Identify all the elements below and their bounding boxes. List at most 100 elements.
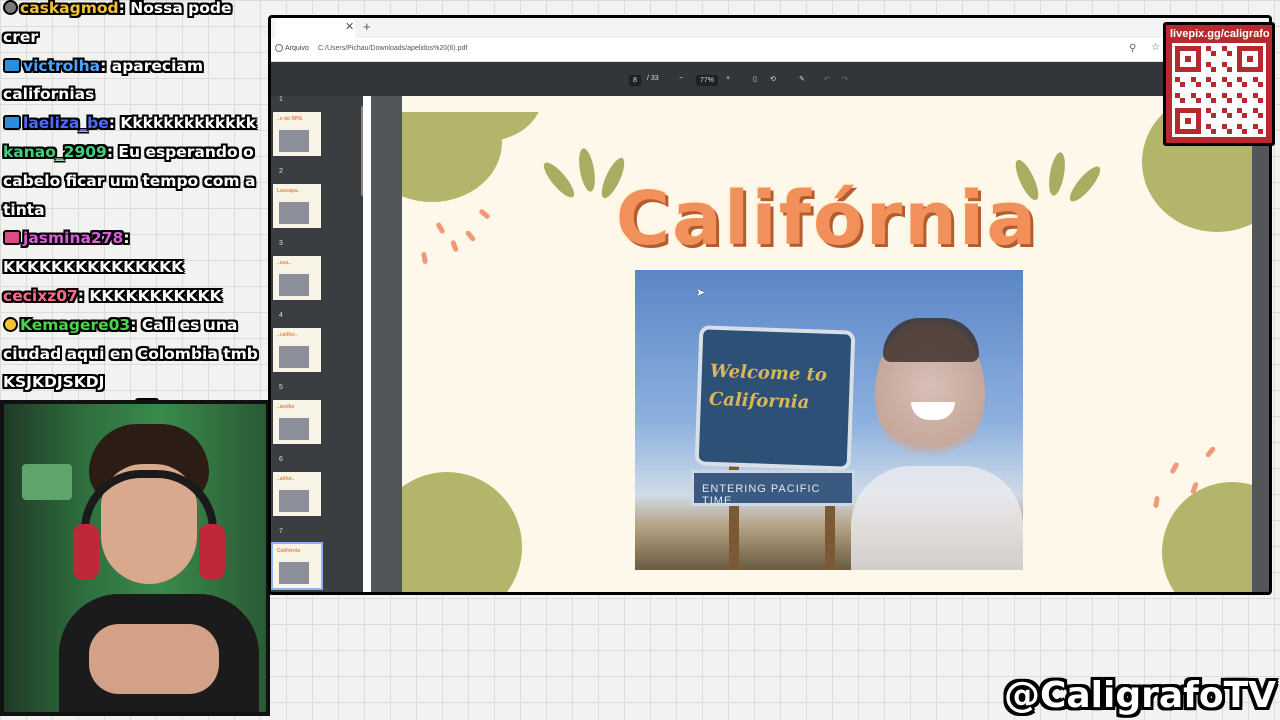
slide-title: Califórnia <box>615 176 1039 262</box>
chat-message: laeliza_be: Kkkkkkkkkkkkk <box>3 109 262 138</box>
california-sign-photo: Welcome to California ENTERING PACIFIC T… <box>635 270 1023 570</box>
thumbnail-page-number: 6 <box>279 456 283 463</box>
pacific-time-sign: ENTERING PACIFIC TIME <box>691 470 855 507</box>
chat-username[interactable]: jasmina278 <box>23 229 123 247</box>
pacific-time-text: ENTERING PACIFIC TIME <box>702 483 821 507</box>
streamer <box>59 424 259 712</box>
chat-message: kanao_2909: Eu esperando o cabelo ficar … <box>3 142 256 219</box>
search-icon[interactable]: ⚲ <box>1129 43 1136 54</box>
welcome-sign: Welcome to California <box>694 325 856 471</box>
welcome-sign-text: Welcome to California <box>708 358 828 418</box>
page-thumbnail[interactable]: ..e do RPG <box>273 112 321 156</box>
chat-badge-icon <box>3 0 18 15</box>
chat-username[interactable]: kanao_2909 <box>3 143 107 161</box>
page-thumbnail[interactable]: ..ssa.. <box>273 256 321 300</box>
thumbnail-page-number: 2 <box>279 168 283 175</box>
chat-message: Kemagere03: Cali es una ciudad aqui en C… <box>3 315 258 392</box>
page-thumbnail[interactable]: ..andbe <box>273 400 321 444</box>
redo-icon[interactable]: ↷ <box>842 75 848 83</box>
chat-message: victrolha: apareciam californias <box>3 56 204 104</box>
webcam-feed <box>0 400 270 716</box>
thumbnail-page-number: 4 <box>279 312 283 319</box>
tab-close-icon[interactable]: ✕ <box>345 20 354 33</box>
sidebar-divider[interactable] <box>363 96 371 592</box>
chat-badge-icon <box>3 230 21 246</box>
channel-handle: @CaligrafoTV <box>1003 675 1276 716</box>
page-thumbnail[interactable]: Califórnia <box>271 542 323 590</box>
previous-page-edge <box>402 96 1252 112</box>
pdf-viewer: 1 ..e do RPG 2 Lascapa.. 3 ..ssa.. 4 ..califor.… <box>271 96 1269 592</box>
donation-qr-panel: livepix.gg/caligrafo <box>1163 22 1275 146</box>
thumbnail-image <box>279 418 309 440</box>
thumbnail-title: ..ssa.. <box>277 260 291 266</box>
chat-badge-icon <box>3 115 21 131</box>
pdf-page: Califórnia Welcome to California ENTERIN… <box>402 112 1252 592</box>
chat-badge-icon <box>3 57 21 73</box>
qr-label: livepix.gg/caligrafo <box>1170 28 1270 40</box>
welcome-sign-line-2: California <box>708 388 810 414</box>
fit-page-icon[interactable]: ▯ <box>753 75 757 83</box>
thumbnail-sidebar[interactable]: 1 ..e do RPG 2 Lascapa.. 3 ..ssa.. 4 ..califor.… <box>271 96 365 592</box>
chat-text: KKKKKKKKKKK <box>89 286 222 305</box>
address-url[interactable]: C:/Users/Pichau/Downloads/apelidos%20(6)… <box>318 45 467 52</box>
welcome-sign-line-1: Welcome to <box>709 360 828 386</box>
chat-text: Kkkkkkkkkkkkk <box>120 114 257 133</box>
browser-window: ✕ + Arquivo C:/Users/Pichau/Downloads/ap… <box>268 15 1272 595</box>
star-icon[interactable]: ☆ <box>1151 42 1160 53</box>
address-bar[interactable]: Arquivo C:/Users/Pichau/Downloads/apelid… <box>271 38 1269 62</box>
chat-message: jasmina278: KKKKKKKKKKKKKKK <box>3 229 184 277</box>
chat-text: KKKKKKKKKKKKKKK <box>3 258 184 277</box>
page-number-input[interactable]: 8 <box>629 75 641 86</box>
zoom-in-icon[interactable]: + <box>726 75 730 82</box>
page-thumbnail[interactable]: ..alifor.. <box>273 472 321 516</box>
decor-dot <box>1169 461 1180 475</box>
chat-username[interactable]: Kemagere03 <box>20 316 130 334</box>
annotate-icon[interactable]: ✎ <box>799 75 805 83</box>
thumbnail-page-number: 1 <box>279 96 283 103</box>
rotate-icon[interactable]: ⟲ <box>770 75 776 83</box>
info-icon[interactable] <box>275 44 283 52</box>
pdf-toolbar: 8 / 33 − 77% + ▯ ⟲ ✎ ↶ ↷ <box>271 62 1269 96</box>
page-total: / 33 <box>647 75 659 82</box>
thumbnail-image <box>279 202 309 224</box>
thumbnail-title: Califórnia <box>277 548 301 554</box>
new-tab-icon[interactable]: + <box>363 19 371 34</box>
thumbnail-page-number: 7 <box>279 528 283 535</box>
decor-blob-bottom-right <box>1162 482 1252 592</box>
decor-blob-bottom-left <box>402 472 522 592</box>
thumbnail-image <box>279 490 309 512</box>
chat-message: caskagmod: Nossa pode crer <box>3 0 232 46</box>
headset-right-earcup <box>199 524 225 580</box>
zoom-out-icon[interactable]: − <box>679 75 683 82</box>
chat-username[interactable]: cecixz07 <box>3 287 78 305</box>
thumbnail-image <box>279 130 309 152</box>
page-thumbnail[interactable]: Lascapa.. <box>273 184 321 228</box>
thumbnail-image <box>279 346 309 368</box>
chat-username[interactable]: victrolha <box>23 57 100 75</box>
chat-badge-icon <box>3 316 18 332</box>
chat-message: cecixz07: KKKKKKKKKKK <box>3 286 222 305</box>
thumbnail-image <box>279 274 309 296</box>
mouse-cursor-icon: ➤ <box>696 287 706 299</box>
zoom-level-input[interactable]: 77% <box>696 75 719 86</box>
chat-message-list: caskagmod: Nossa pode crer victrolha: apa… <box>3 0 262 400</box>
thumbnail-title: ..califor.. <box>277 332 298 338</box>
streamer-hands <box>89 624 219 694</box>
thumbnail-title: ..andbe <box>277 404 295 410</box>
decor-dot <box>1204 445 1217 459</box>
headset-left-earcup <box>73 524 99 580</box>
browser-tab[interactable]: ✕ <box>275 18 355 38</box>
tab-strip: ✕ + <box>271 18 1269 38</box>
page-thumbnail[interactable]: ..califor.. <box>273 328 321 372</box>
thumbnail-image <box>279 562 309 584</box>
decor-dot <box>1152 495 1161 509</box>
undo-icon[interactable]: ↶ <box>824 75 830 83</box>
address-scheme-label: Arquivo <box>285 45 309 52</box>
edited-face-hair <box>883 318 979 362</box>
edited-person-shirt <box>851 466 1023 570</box>
thumbnail-page-number: 5 <box>279 384 283 391</box>
chat-username[interactable]: laeliza_be <box>23 114 109 132</box>
chat-username[interactable]: caskagmod <box>20 0 119 17</box>
qr-code <box>1172 43 1266 137</box>
thumbnail-page-number: 3 <box>279 240 283 247</box>
